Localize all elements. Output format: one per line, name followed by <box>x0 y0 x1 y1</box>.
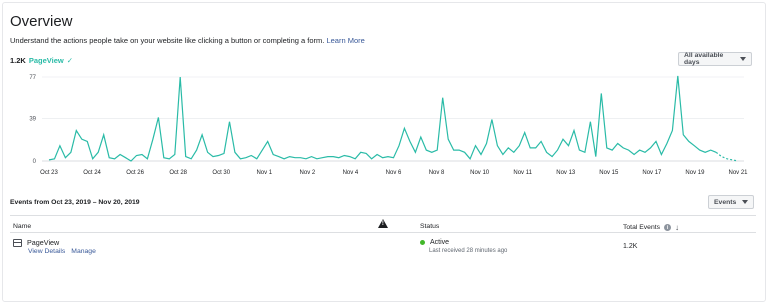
metric-selector[interactable]: 1.2K PageView ✓ <box>10 56 73 65</box>
row-actions: View Details Manage <box>28 248 96 255</box>
x-tick-label: Nov 4 <box>343 170 359 176</box>
learn-more-link[interactable]: Learn More <box>326 36 364 45</box>
column-header-status[interactable]: Status <box>420 223 439 230</box>
x-tick-label: Oct 28 <box>169 170 187 176</box>
view-details-link[interactable]: View Details <box>28 248 65 255</box>
column-total-label: Total Events <box>623 224 661 231</box>
x-tick-label: Nov 15 <box>599 170 619 176</box>
x-tick-label: Nov 19 <box>685 170 705 176</box>
table-row-name: PageView <box>13 238 59 247</box>
manage-link[interactable]: Manage <box>71 248 96 255</box>
warning-icon[interactable] <box>378 219 388 228</box>
x-tick-label: Oct 26 <box>126 170 144 176</box>
x-tick-label: Nov 10 <box>470 170 490 176</box>
event-status: Active <box>420 239 449 246</box>
date-range-label: All available days <box>684 52 724 66</box>
x-tick-label: Nov 11 <box>513 170 532 176</box>
chart-x-axis: Oct 23 Oct 24 Oct 26 Oct 28 Oct 30 Nov 1 Nov 2… <box>40 170 748 176</box>
header-divider <box>10 232 756 233</box>
chart-gridlines <box>42 76 744 162</box>
x-tick-label: Nov 8 <box>429 170 445 176</box>
events-filter-dropdown[interactable]: Events <box>708 195 754 209</box>
column-name-label: Name <box>13 223 32 230</box>
last-received: Last received 28 minutes ago <box>429 248 508 254</box>
x-tick-label: Oct 23 <box>40 170 58 176</box>
x-tick-label: Nov 1 <box>256 170 272 176</box>
event-name: PageView <box>27 238 60 247</box>
caret-down-icon <box>742 200 748 204</box>
page-subtitle: Understand the actions people take on yo… <box>10 36 365 45</box>
sort-arrow-icon[interactable]: ↓ <box>675 223 679 232</box>
caret-down-icon <box>740 57 746 61</box>
page-title: Overview <box>10 13 73 30</box>
x-tick-label: Nov 17 <box>642 170 662 176</box>
y-tick-label: 0 <box>33 159 37 165</box>
x-tick-label: Nov 2 <box>300 170 316 176</box>
status-label: Active <box>430 239 450 246</box>
metric-value: 1.2K <box>10 56 26 65</box>
events-filter-label: Events <box>714 198 737 206</box>
event-total: 1.2K <box>623 243 638 250</box>
column-status-label: Status <box>420 223 440 230</box>
metric-name: PageView <box>28 56 64 65</box>
y-tick-label: 77 <box>29 75 36 81</box>
x-tick-label: Oct 30 <box>212 170 230 176</box>
browser-page-icon <box>13 238 22 247</box>
x-tick-label: Nov 13 <box>556 170 576 176</box>
check-icon: ✓ <box>66 56 74 65</box>
status-active-dot <box>420 240 425 245</box>
x-tick-label: Nov 21 <box>728 170 748 176</box>
x-tick-label: Oct 24 <box>83 170 101 176</box>
column-header-total[interactable]: Total Events i ↓ <box>623 223 679 232</box>
pageview-chart: 77 39 0 Oct 23 Oct 24 Oct 26 Oct 28 Oct 30 Nov … <box>29 75 748 176</box>
y-tick-label: 39 <box>29 116 36 122</box>
events-date-range: Events from Oct 23, 2019 – Nov 20, 2019 <box>10 199 140 206</box>
divider <box>10 215 756 216</box>
chart-y-axis: 77 39 0 <box>29 75 36 165</box>
date-range-dropdown[interactable]: All available days <box>678 52 752 66</box>
subtitle-text: Understand the actions people take on yo… <box>10 36 325 45</box>
column-header-name[interactable]: Name <box>13 223 31 230</box>
x-tick-label: Nov 6 <box>386 170 402 176</box>
info-icon[interactable]: i <box>664 224 672 231</box>
pageview-series-tail <box>715 151 739 162</box>
